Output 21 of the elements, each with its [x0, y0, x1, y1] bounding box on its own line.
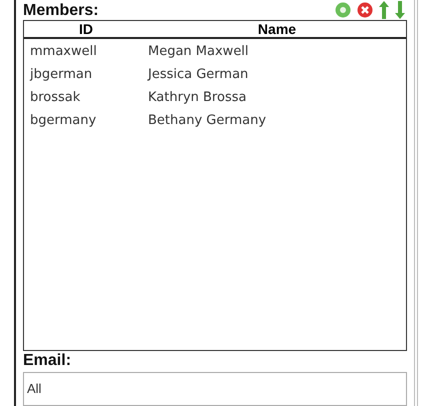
id-cell-text: bgermany [29, 112, 98, 130]
name-cell-text: Megan Maxwell [148, 42, 250, 61]
arrow-down-icon[interactable] [395, 0, 405, 19]
name-cell-text: Kathryn Brossa [148, 88, 248, 107]
member-row[interactable]: mmaxwell Megan Maxwell [24, 40, 406, 63]
column-header[interactable]: Name [148, 20, 406, 37]
member-row[interactable]: brossak Kathryn Brossa [24, 86, 406, 109]
email-label: Email: [23, 352, 72, 370]
id-cell-text: brossak [29, 88, 82, 107]
email-field[interactable]: All [23, 372, 407, 406]
member-row[interactable]: jbgerman Jessica German [24, 62, 406, 86]
member-row[interactable]: bgermany Bethany Germany [24, 108, 406, 132]
id-cell-text: mmaxwell [29, 42, 98, 61]
arrow-up-icon[interactable] [379, 0, 389, 19]
id-cell-text: jbgerman [28, 66, 94, 84]
delete-icon[interactable] [357, 2, 373, 18]
add-icon[interactable] [335, 2, 351, 18]
column-header[interactable]: ID [24, 20, 148, 37]
members-title: Members: [23, 2, 99, 20]
name-cell-text: Jessica German [148, 66, 250, 84]
name-cell-text: Bethany Germany [148, 112, 268, 130]
